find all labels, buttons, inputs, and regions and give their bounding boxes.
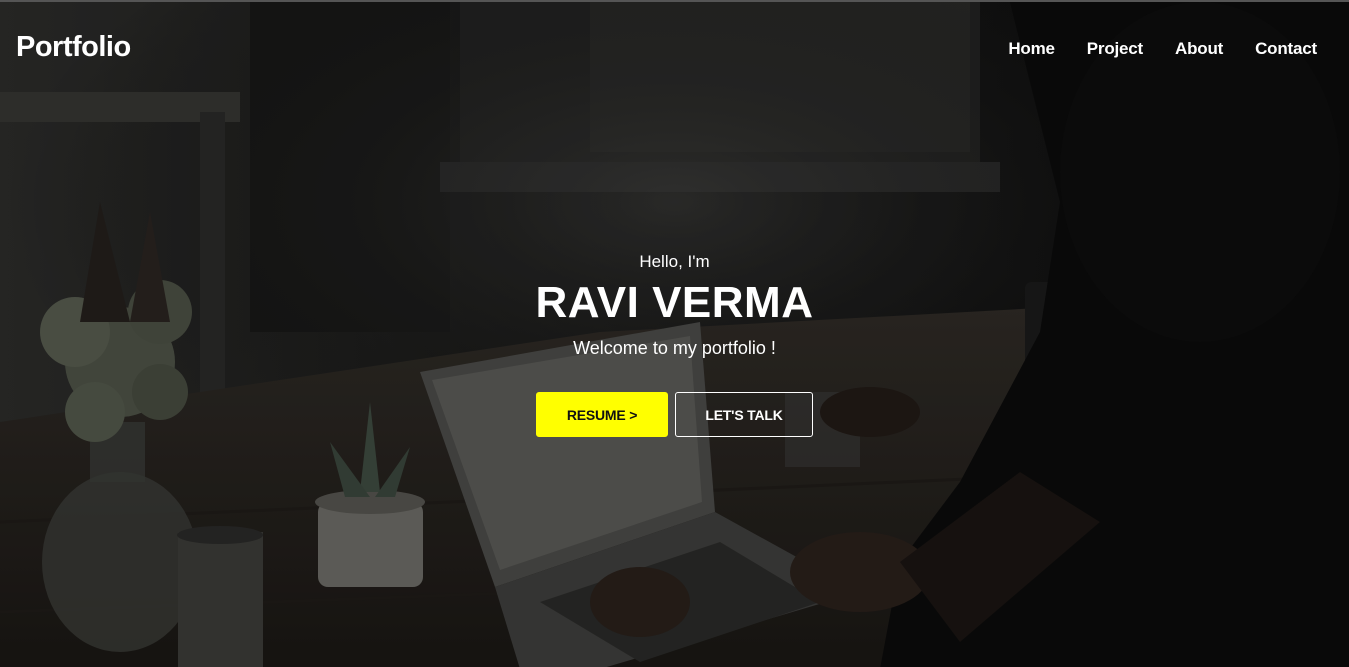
lets-talk-button[interactable]: LET'S TALK xyxy=(675,392,813,437)
resume-button[interactable]: RESUME > xyxy=(536,392,668,437)
hero-button-row: RESUME > LET'S TALK xyxy=(536,392,813,437)
hero-tagline: Welcome to my portfolio ! xyxy=(573,338,776,358)
hero-name: RAVI VERMA xyxy=(535,278,814,327)
nav-link-about[interactable]: About xyxy=(1175,39,1223,58)
nav-link-home[interactable]: Home xyxy=(1008,39,1055,58)
navbar: Portfolio Home Project About Contact xyxy=(0,2,1349,94)
site-logo[interactable]: Portfolio xyxy=(16,30,131,64)
nav-link-project[interactable]: Project xyxy=(1087,39,1143,58)
nav-links: Home Project About Contact xyxy=(1008,38,1317,60)
nav-link-contact[interactable]: Contact xyxy=(1255,39,1317,58)
hero-greeting: Hello, I'm xyxy=(639,252,710,271)
hero-section: Portfolio Home Project About Contact Hel… xyxy=(0,0,1349,667)
hero-content: Hello, I'm RAVI VERMA Welcome to my port… xyxy=(0,250,1349,360)
